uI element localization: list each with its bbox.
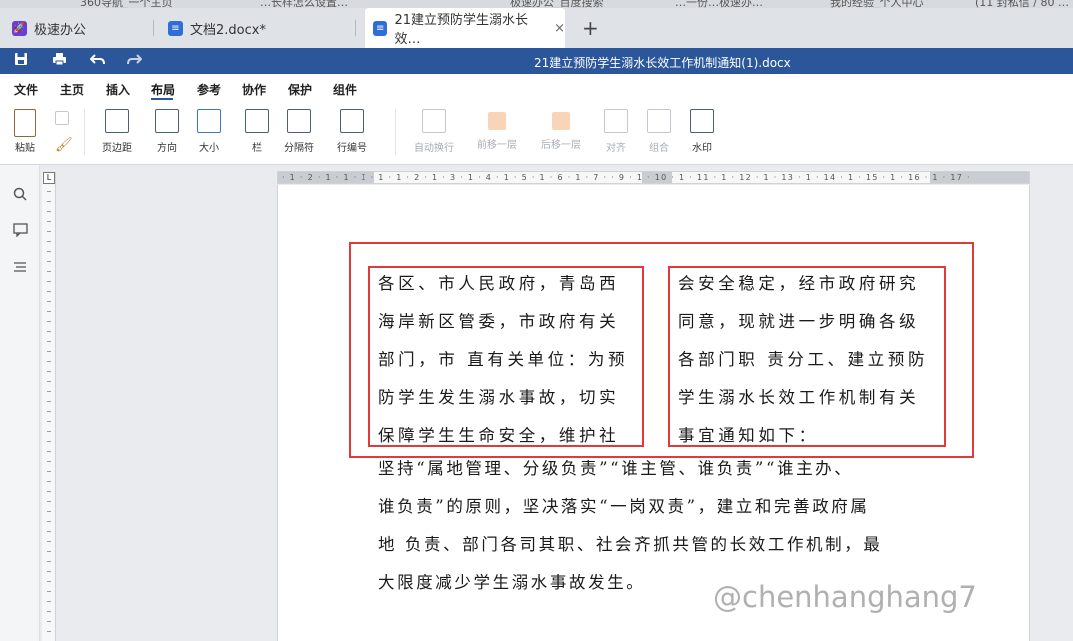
copy-button[interactable]	[55, 111, 69, 125]
new-tab-button[interactable]: +	[582, 16, 599, 40]
text-line: 谁负责”的原则，坚决落实“一岗双责”，建立和完善政府属	[378, 497, 870, 516]
right-column-text[interactable]: 会安全稳定，经市政府研究 同意，现就进一步明确各级 各部门职 责分工、建立预防 …	[678, 265, 942, 455]
redo-icon[interactable]	[127, 52, 143, 70]
tab-divider	[355, 20, 356, 36]
tab-document-2-label: 21建立预防学生溺水长效…	[394, 13, 528, 47]
browser-tab[interactable]: …一份…极速办…	[675, 0, 763, 8]
copy-icon	[55, 111, 69, 125]
clipboard-icon	[14, 109, 36, 137]
rocket-icon: 🚀	[12, 20, 27, 36]
menu-insert[interactable]: 插入	[106, 81, 130, 98]
align-button[interactable]: 对齐	[604, 109, 628, 154]
menu-collaborate[interactable]: 协作	[242, 81, 266, 98]
text-line: 防学生发生溺水事故，切实	[378, 388, 620, 407]
browser-tab-strip: 360导航_一个主页 …长样怎么设置… 极速办公_百度搜索 …一份…极速办… 我…	[0, 0, 1073, 8]
close-icon[interactable]: ×	[554, 21, 565, 36]
bring-forward-button[interactable]: 前移一层	[477, 109, 517, 151]
tab-divider	[153, 20, 154, 36]
margins-icon	[105, 109, 129, 133]
breaks-button[interactable]: 分隔符	[284, 109, 314, 154]
tab-stop-selector[interactable]: L	[43, 172, 55, 184]
search-icon[interactable]	[13, 187, 27, 205]
send-backward-icon	[552, 112, 570, 130]
text-line: 部门，市 直有关单位：为预	[378, 350, 629, 369]
ruler-ticks: · 1 · 2 · 1 · 1 · ꕯ · 1 · 1 · 2 · 1 · 3 …	[282, 173, 971, 182]
browser-tab[interactable]: 我的经验_个人中心	[830, 0, 924, 8]
tab-home-label: 极速办公	[34, 22, 87, 38]
right-gutter	[1031, 165, 1073, 641]
menu-home[interactable]: 主页	[60, 81, 84, 98]
brush-icon: 🖌	[55, 137, 73, 153]
print-icon[interactable]	[52, 52, 67, 70]
menu-references[interactable]: 参考	[197, 81, 221, 98]
browser-tab[interactable]: 360导航_一个主页	[80, 0, 173, 8]
text-line: 同意，现就进一步明确各级	[678, 312, 920, 331]
title-bar: 21建立预防学生溺水长效工作机制通知(1).docx	[0, 48, 1073, 74]
orientation-button[interactable]: 方向	[155, 109, 179, 154]
ribbon-divider	[84, 109, 85, 155]
document-icon: ≡	[373, 20, 388, 36]
tab-document-2-active[interactable]: ≡ 21建立预防学生溺水长效… ×	[365, 8, 565, 48]
document-icon: ≡	[168, 20, 183, 36]
ribbon-divider	[395, 109, 396, 155]
horizontal-ruler[interactable]: · 1 · 2 · 1 · 1 · ꕯ · 1 · 1 · 2 · 1 · 3 …	[277, 171, 1030, 184]
text-line: 各区、市人民政府，青岛西	[378, 274, 620, 293]
app-tab-bar: 🚀 极速办公 ≡ 文档2.docx* ≡ 21建立预防学生溺水长效… × +	[0, 8, 1073, 48]
line-numbers-icon	[340, 109, 364, 133]
menu-components[interactable]: 组件	[333, 81, 357, 98]
bring-forward-icon	[488, 112, 506, 130]
paste-button[interactable]: 粘贴	[14, 109, 36, 154]
line-numbers-button[interactable]: 行编号	[337, 109, 367, 154]
vertical-ruler: L	[42, 172, 56, 641]
align-icon	[604, 109, 628, 133]
group-icon	[647, 109, 671, 133]
browser-tab[interactable]: 极速办公_百度搜索	[510, 0, 604, 8]
orientation-icon	[155, 109, 179, 133]
tab-document-1[interactable]: ≡ 文档2.docx*	[168, 8, 266, 48]
comment-icon[interactable]	[13, 223, 28, 241]
layout-ribbon: 粘贴 🖌 页边距 方向 大小 栏 分隔符 行编号 自动换行 前移一层 后移一层 …	[0, 101, 1073, 165]
undo-icon[interactable]	[89, 52, 105, 70]
left-side-panel	[0, 165, 40, 641]
group-button[interactable]: 组合	[647, 109, 671, 154]
tab-document-1-label: 文档2.docx*	[190, 22, 266, 38]
wrap-text-button[interactable]: 自动换行	[414, 109, 454, 154]
document-title: 21建立预防学生溺水长效工作机制通知(1).docx	[534, 56, 791, 70]
text-line: 学生溺水长效工作机制有关	[678, 388, 920, 407]
wrap-text-icon	[422, 109, 446, 133]
tab-home[interactable]: 🚀 极速办公	[12, 8, 86, 48]
text-line: 各部门职 责分工、建立预防	[678, 350, 929, 369]
format-painter-button[interactable]: 🖌	[55, 137, 73, 153]
text-line: 会安全稳定，经市政府研究	[678, 274, 920, 293]
menu-layout[interactable]: 布局	[151, 81, 175, 98]
left-column-text[interactable]: 各区、市人民政府，青岛西 海岸新区管委，市政府有关 部门，市 直有关单位：为预 …	[378, 265, 638, 455]
watermark-icon	[690, 109, 714, 133]
active-menu-indicator	[151, 98, 173, 100]
breaks-icon	[287, 109, 311, 133]
size-button[interactable]: 大小	[197, 109, 221, 154]
page-size-icon	[197, 109, 221, 133]
text-line: 地 负责、部门各司其职、社会齐抓共管的长效工作机制，最	[378, 535, 883, 554]
text-line: 海岸新区管委，市政府有关	[378, 312, 620, 331]
watermark-text: @chenhanghang7	[713, 580, 977, 614]
columns-button[interactable]: 栏	[245, 109, 269, 154]
text-line: 坚持“属地管理、分级负责”“谁主管、谁负责”“谁主办、	[378, 459, 854, 478]
margins-button[interactable]: 页边距	[102, 109, 132, 154]
document-page[interactable]: 各区、市人民政府，青岛西 海岸新区管委，市政府有关 部门，市 直有关单位：为预 …	[277, 185, 1030, 641]
menu-file[interactable]: 文件	[14, 81, 38, 98]
save-icon[interactable]	[14, 52, 28, 70]
menu-protect[interactable]: 保护	[288, 81, 312, 98]
browser-tab[interactable]: …长样怎么设置…	[260, 0, 348, 8]
menu-bar: 文件 主页 插入 布局 参考 协作 保护 组件	[0, 74, 1073, 101]
columns-icon	[245, 109, 269, 133]
browser-tab[interactable]: (11 封私信 / 80 …	[975, 0, 1069, 8]
send-backward-button[interactable]: 后移一层	[541, 109, 581, 151]
watermark-button[interactable]: 水印	[690, 109, 714, 154]
outline-icon[interactable]	[13, 261, 27, 277]
